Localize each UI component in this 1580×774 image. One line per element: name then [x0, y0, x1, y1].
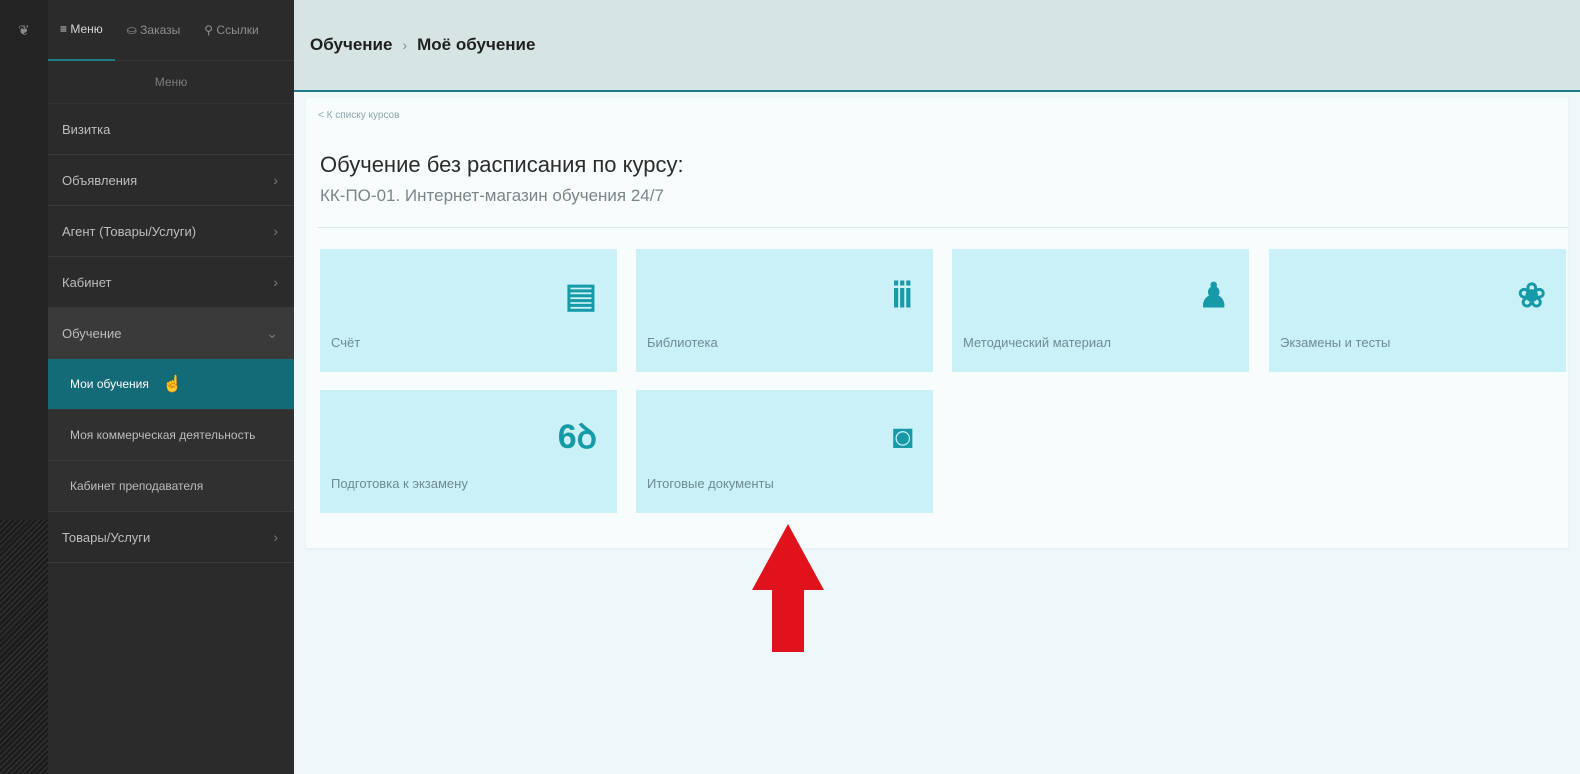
sidebar-item-label: Обучение	[62, 325, 122, 341]
hand-cursor-icon: ☝	[162, 376, 183, 393]
tile-exam-prep[interactable]: 6ꝺ Подготовка к экзамену	[320, 390, 617, 513]
sidebar-item-label: Объявления	[62, 172, 138, 188]
sidebar-subitem-label: Кабинет преподавателя	[70, 479, 204, 493]
tile-label: Библиотека	[647, 335, 718, 350]
tile-methodical-material[interactable]: ♟ Методический материал	[952, 249, 1249, 372]
breadcrumb-root[interactable]: Обучение	[310, 35, 392, 55]
breadcrumb: Обучение › Моё обучение	[294, 0, 1580, 92]
page-title: Обучение без расписания по курсу:	[320, 152, 684, 177]
decorative-stripes	[0, 520, 48, 774]
tab-orders[interactable]: ⛀ Заказы	[115, 0, 193, 60]
course-name: КК-ПО-01. Интернет-магазин обучения 24/7	[320, 186, 664, 205]
chevron-right-icon: ›	[273, 172, 278, 188]
certificate-doc-icon: ◙	[892, 418, 913, 456]
tab-menu[interactable]: ≡ Меню	[48, 0, 115, 61]
sidebar-item-vizitka[interactable]: Визитка	[48, 104, 294, 155]
sidebar-item-label: Кабинет	[62, 274, 112, 290]
red-arrow-annotation	[752, 524, 824, 652]
reader-icon: ♟	[1198, 277, 1229, 315]
app-logo-icon[interactable]: ❦	[18, 22, 30, 38]
sidebar-subitem-label: Моя коммерческая деятельность	[70, 428, 256, 442]
content-panel: < К списку курсов Обучение без расписани…	[306, 98, 1568, 548]
tile-label: Методический материал	[963, 335, 1111, 350]
tile-exams-tests[interactable]: ❀ Экзамены и тесты	[1269, 249, 1566, 372]
glasses-icon: 6ꝺ	[557, 418, 597, 456]
sidebar-item-label: Визитка	[62, 121, 111, 137]
sidebar-subitem-commercial[interactable]: Моя коммерческая деятельность	[48, 410, 294, 461]
chevron-down-icon: ⌄	[266, 324, 278, 341]
sidebar-tabs: ≡ Меню ⛀ Заказы ⚲ Ссылки	[48, 0, 294, 61]
arrow-shape	[752, 524, 824, 652]
tile-label: Итоговые документы	[647, 476, 774, 491]
sidebar-item-goods-services[interactable]: Товары/Услуги ›	[48, 512, 294, 563]
sidebar-subitem-my-learning[interactable]: Мои обучения ☝	[48, 359, 294, 410]
tile-library[interactable]: ⅲ Библиотека	[636, 249, 933, 372]
sidebar-subitem-teacher-cabinet[interactable]: Кабинет преподавателя	[48, 461, 294, 512]
tile-label: Экзамены и тесты	[1280, 335, 1391, 350]
brain-icon: ❀	[1517, 277, 1547, 315]
sidebar-item-agent[interactable]: Агент (Товары/Услуги) ›	[48, 206, 294, 257]
receipt-icon: ▤	[564, 277, 597, 315]
divider	[318, 227, 1568, 228]
tile-invoice[interactable]: ▤ Счёт	[320, 249, 617, 372]
chevron-right-icon: ›	[273, 529, 278, 545]
chevron-right-icon: ›	[273, 274, 278, 290]
chevron-right-icon: ›	[273, 223, 278, 239]
sidebar-header: Меню	[48, 61, 294, 104]
sidebar: ≡ Меню ⛀ Заказы ⚲ Ссылки Меню Визитка Об…	[48, 0, 294, 774]
sidebar-item-learning[interactable]: Обучение ⌄	[48, 308, 294, 359]
back-to-courses-link[interactable]: < К списку курсов	[318, 110, 399, 121]
breadcrumb-separator-icon: ›	[402, 37, 408, 53]
sidebar-item-cabinet[interactable]: Кабинет ›	[48, 257, 294, 308]
sidebar-submenu: Мои обучения ☝ Моя коммерческая деятельн…	[48, 359, 294, 512]
sidebar-item-label: Агент (Товары/Услуги)	[62, 223, 197, 239]
breadcrumb-current: Моё обучение	[417, 35, 536, 54]
tab-links[interactable]: ⚲ Ссылки	[192, 0, 270, 60]
sidebar-item-label: Товары/Услуги	[62, 529, 151, 545]
tile-label: Счёт	[331, 335, 361, 350]
tile-label: Подготовка к экзамену	[331, 476, 468, 491]
sidebar-subitem-label: Мои обучения	[70, 377, 149, 391]
app-rail: ❦	[0, 0, 49, 774]
tile-final-documents[interactable]: ◙ Итоговые документы	[636, 390, 933, 513]
books-icon: ⅲ	[891, 277, 913, 315]
main-area: Обучение › Моё обучение < К списку курсо…	[294, 0, 1580, 774]
sidebar-item-ads[interactable]: Объявления ›	[48, 155, 294, 206]
